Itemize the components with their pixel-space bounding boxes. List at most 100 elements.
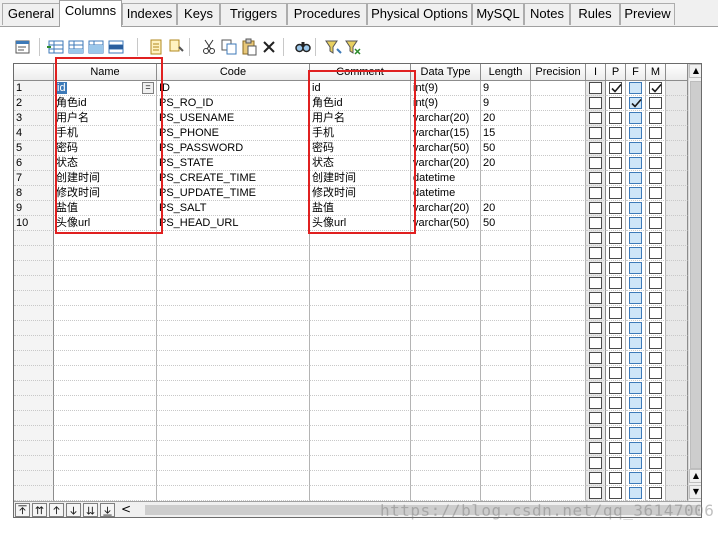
checkbox-m[interactable]: [649, 442, 662, 454]
cell-precision[interactable]: [531, 201, 586, 216]
cell-f-checkbox[interactable]: [626, 291, 646, 306]
checkbox-p[interactable]: [609, 142, 622, 154]
checkbox-f[interactable]: [629, 337, 642, 349]
cell-comment[interactable]: [310, 261, 411, 276]
header-identity[interactable]: I: [586, 64, 606, 81]
cell-f-checkbox[interactable]: [626, 306, 646, 321]
cell-m-checkbox[interactable]: [646, 396, 666, 411]
checkbox-m[interactable]: [649, 172, 662, 184]
cell-precision[interactable]: [531, 441, 586, 456]
cell-comment[interactable]: [310, 456, 411, 471]
cell-name[interactable]: [54, 336, 157, 351]
checkbox-m[interactable]: [649, 157, 662, 169]
checkbox-f[interactable]: [629, 367, 642, 379]
checkbox-p[interactable]: [609, 352, 622, 364]
cell-length[interactable]: 50: [481, 216, 531, 231]
cell-m-checkbox[interactable]: [646, 126, 666, 141]
checkbox-f[interactable]: [629, 157, 642, 169]
move-top-icon[interactable]: [15, 503, 30, 517]
cell-precision[interactable]: [531, 456, 586, 471]
checkbox-p[interactable]: [609, 202, 622, 214]
checkbox-i[interactable]: [589, 442, 602, 454]
cell-length[interactable]: [481, 171, 531, 186]
cell-precision[interactable]: [531, 231, 586, 246]
table-row[interactable]: [14, 276, 688, 291]
checkbox-i[interactable]: [589, 277, 602, 289]
cell-code[interactable]: PS_UPDATE_TIME: [157, 186, 310, 201]
cell-i-checkbox[interactable]: [586, 81, 606, 96]
cell-m-checkbox[interactable]: [646, 456, 666, 471]
cell-code[interactable]: PS_PHONE: [157, 126, 310, 141]
cell-i-checkbox[interactable]: [586, 231, 606, 246]
cell-precision[interactable]: [531, 96, 586, 111]
cell-comment[interactable]: [310, 306, 411, 321]
checkbox-m[interactable]: [649, 277, 662, 289]
cell-code[interactable]: [157, 291, 310, 306]
cell-p-checkbox[interactable]: [606, 486, 626, 501]
cell-type[interactable]: [411, 426, 481, 441]
cell-precision[interactable]: [531, 171, 586, 186]
cell-code[interactable]: [157, 426, 310, 441]
cell-i-checkbox[interactable]: [586, 411, 606, 426]
cell-length[interactable]: 9: [481, 81, 531, 96]
cell-type[interactable]: varchar(50): [411, 216, 481, 231]
cell-comment[interactable]: [310, 366, 411, 381]
checkbox-m[interactable]: [649, 232, 662, 244]
copy-icon[interactable]: [219, 37, 239, 57]
cell-precision[interactable]: [531, 366, 586, 381]
cell-precision[interactable]: [531, 306, 586, 321]
checkbox-p[interactable]: [609, 382, 622, 394]
checkbox-f[interactable]: [629, 187, 642, 199]
cell-f-checkbox[interactable]: [626, 321, 646, 336]
insert-row-icon[interactable]: [46, 37, 66, 57]
cell-f-checkbox[interactable]: [626, 96, 646, 111]
cell-i-checkbox[interactable]: [586, 276, 606, 291]
cell-name[interactable]: [54, 306, 157, 321]
tab-triggers[interactable]: Triggers: [220, 3, 287, 25]
cell-i-checkbox[interactable]: [586, 366, 606, 381]
checkbox-f[interactable]: [629, 247, 642, 259]
cell-i-checkbox[interactable]: [586, 306, 606, 321]
cell-length[interactable]: [481, 441, 531, 456]
table-row[interactable]: [14, 456, 688, 471]
cell-length[interactable]: 20: [481, 111, 531, 126]
cell-comment[interactable]: [310, 471, 411, 486]
table-row[interactable]: [14, 411, 688, 426]
cell-f-checkbox[interactable]: [626, 426, 646, 441]
cell-name[interactable]: [54, 396, 157, 411]
checkbox-p[interactable]: [609, 367, 622, 379]
cell-m-checkbox[interactable]: [646, 246, 666, 261]
checkbox-p[interactable]: [609, 82, 622, 94]
cell-length[interactable]: [481, 231, 531, 246]
delete-icon[interactable]: [259, 37, 279, 57]
cell-type[interactable]: varchar(20): [411, 201, 481, 216]
cell-precision[interactable]: [531, 291, 586, 306]
cell-i-checkbox[interactable]: [586, 246, 606, 261]
filter-icon[interactable]: [323, 37, 343, 57]
checkbox-m[interactable]: [649, 142, 662, 154]
checkbox-m[interactable]: [649, 82, 662, 94]
cell-precision[interactable]: [531, 81, 586, 96]
cell-type[interactable]: varchar(15): [411, 126, 481, 141]
checkbox-p[interactable]: [609, 172, 622, 184]
cell-precision[interactable]: [531, 351, 586, 366]
cell-f-checkbox[interactable]: [626, 126, 646, 141]
cell-precision[interactable]: [531, 216, 586, 231]
table-row[interactable]: [14, 486, 688, 501]
cell-comment[interactable]: [310, 321, 411, 336]
cell-code[interactable]: PS_SALT: [157, 201, 310, 216]
cell-p-checkbox[interactable]: [606, 396, 626, 411]
cell-precision[interactable]: [531, 156, 586, 171]
cell-m-checkbox[interactable]: [646, 381, 666, 396]
cell-f-checkbox[interactable]: [626, 186, 646, 201]
cell-f-checkbox[interactable]: [626, 231, 646, 246]
cell-m-checkbox[interactable]: [646, 351, 666, 366]
header-precision[interactable]: Precision: [531, 64, 586, 81]
cell-type[interactable]: datetime: [411, 171, 481, 186]
checkbox-p[interactable]: [609, 97, 622, 109]
cell-type[interactable]: [411, 231, 481, 246]
new-column-icon[interactable]: [146, 37, 166, 57]
cell-p-checkbox[interactable]: [606, 321, 626, 336]
checkbox-f[interactable]: [629, 172, 642, 184]
checkbox-i[interactable]: [589, 112, 602, 124]
